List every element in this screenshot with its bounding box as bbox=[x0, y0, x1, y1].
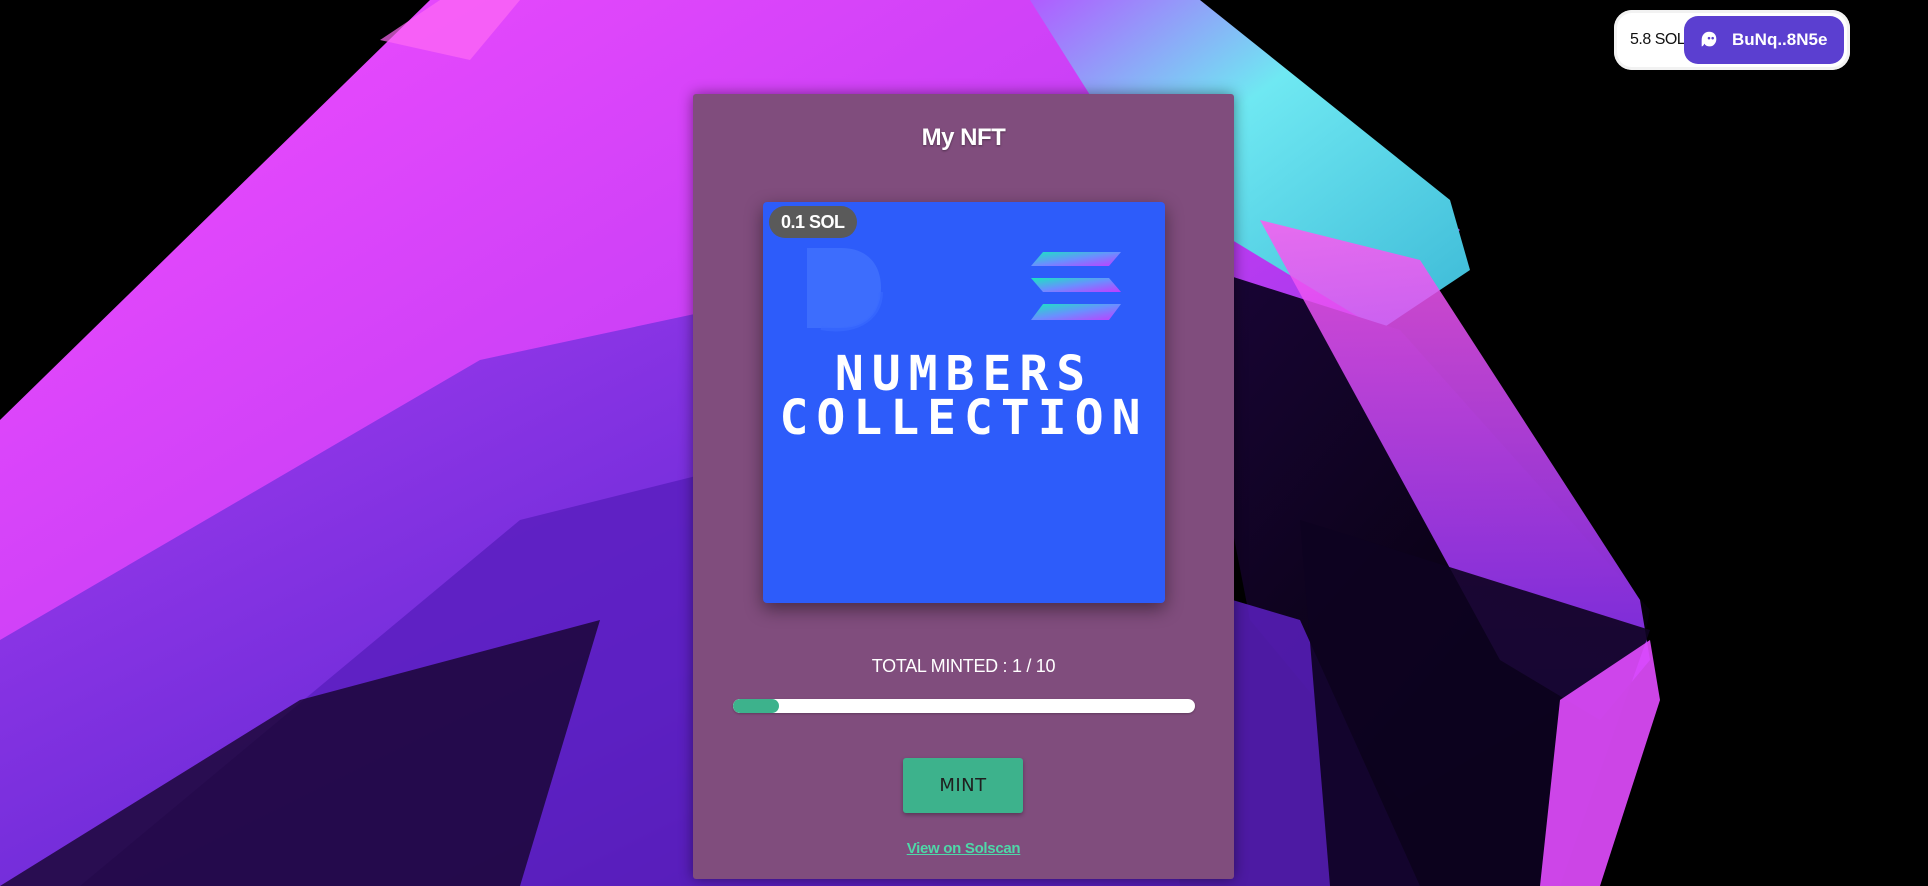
nft-image: 0.1 SOL NUMBERS COLLECTION bbox=[763, 202, 1165, 603]
card-title: My NFT bbox=[921, 124, 1006, 151]
phantom-ghost-icon bbox=[1701, 31, 1717, 47]
price-badge: 0.1 SOL bbox=[769, 206, 857, 238]
wallet-balance: 5.8 SOL bbox=[1630, 31, 1686, 48]
solana-logo-icon bbox=[1031, 252, 1121, 320]
total-minted-label: TOTAL MINTED : 1 / 10 bbox=[871, 656, 1056, 676]
mint-card: My NFT 0.1 SOL NUMBERS COLLECTION TOTAL … bbox=[693, 94, 1234, 879]
mint-progress-bar bbox=[733, 699, 1195, 713]
collection-title: NUMBERS COLLECTION bbox=[779, 346, 1149, 446]
mint-button[interactable]: MINT bbox=[903, 758, 1023, 813]
wallet-connect-button[interactable]: BuNq..8N5e bbox=[1684, 16, 1844, 64]
wallet-address: BuNq..8N5e bbox=[1732, 30, 1828, 49]
mint-progress-fill bbox=[733, 699, 780, 713]
solscan-link-container: View on Solscan bbox=[693, 838, 1234, 857]
view-on-solscan-link[interactable]: View on Solscan bbox=[907, 840, 1021, 857]
d-logo-icon bbox=[807, 248, 883, 332]
page: 5.8 SOL BuNq..8N5e My NFT 0.1 SOL NUMBER… bbox=[0, 0, 1928, 886]
wallet-widget: 5.8 SOL BuNq..8N5e bbox=[1614, 10, 1850, 70]
